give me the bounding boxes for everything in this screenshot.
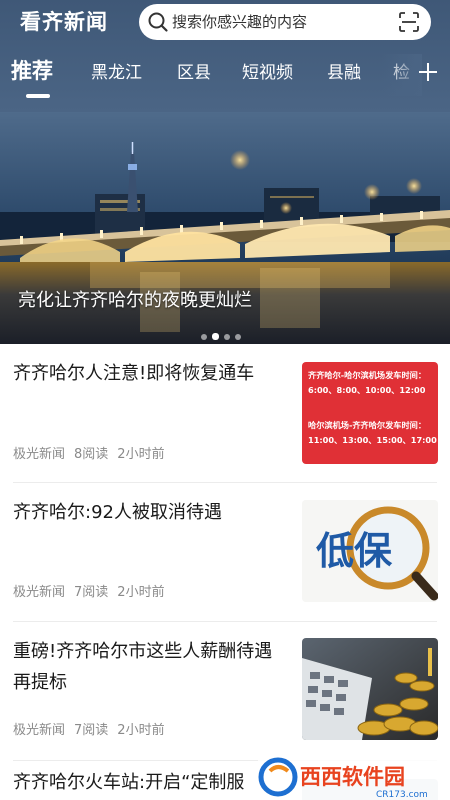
news-reads: 7阅读 xyxy=(74,585,109,600)
app-logo[interactable]: 看齐新闻 xyxy=(20,6,108,38)
watermark: 西西软件园 CR173.com xyxy=(258,753,450,800)
tab-fade xyxy=(382,54,422,96)
dibao-text: 低保 xyxy=(316,529,393,573)
news-title: 重磅!齐齐哈尔市这些人薪酬待遇再提标 xyxy=(13,641,273,693)
news-meta: 极光新闻 8阅读 2小时前 xyxy=(13,445,174,465)
news-item[interactable]: 齐齐哈尔人注意!即将恢复通车 极光新闻 8阅读 2小时前 齐齐哈尔-哈尔滨机场发车时… xyxy=(0,344,450,483)
news-source: 极光新闻 xyxy=(13,723,66,738)
coins-calculator-image xyxy=(302,638,438,740)
dibao-image: 低保 xyxy=(302,500,438,602)
news-thumbnail xyxy=(302,638,438,740)
news-item[interactable]: 重磅!齐齐哈尔市这些人薪酬待遇再提标 极光新闻 7阅读 2小时前 xyxy=(0,622,450,761)
news-time: 2小时前 xyxy=(117,723,165,738)
top-bar: 看齐新闻 搜索你感兴趣的内容 推荐 黑龙江 区县 短视频 县融 检 xyxy=(0,0,450,112)
news-reads: 7阅读 xyxy=(74,723,109,738)
carousel-dot xyxy=(235,334,241,340)
notice-line: 6:00、8:00、10:00、12:00 xyxy=(308,385,426,395)
carousel-dot-active xyxy=(212,333,219,340)
active-tab-indicator xyxy=(26,94,50,98)
notice-line: 齐齐哈尔-哈尔滨机场发车时间： xyxy=(308,370,427,380)
news-item[interactable]: 齐齐哈尔:92人被取消待遇 极光新闻 7阅读 2小时前 低保 xyxy=(0,483,450,622)
carousel-dot xyxy=(201,334,207,340)
news-meta: 极光新闻 7阅读 2小时前 xyxy=(13,721,174,741)
news-title: 齐齐哈尔火车站:开启“定制服 xyxy=(13,772,245,793)
tab-recommend[interactable]: 推荐 xyxy=(11,56,53,86)
banner-caption: 亮化让齐齐哈尔的夜晚更灿烂 xyxy=(18,290,252,311)
tab-county-media[interactable]: 县融 xyxy=(327,58,361,88)
add-channel-icon[interactable] xyxy=(418,62,438,82)
news-reads: 8阅读 xyxy=(74,447,109,462)
news-thumbnail: 齐齐哈尔-哈尔滨机场发车时间： 6:00、8:00、10:00、12:00 哈尔… xyxy=(302,362,438,464)
news-title: 齐齐哈尔:92人被取消待遇 xyxy=(13,502,222,523)
tab-short-video[interactable]: 短视频 xyxy=(242,58,293,88)
banner-carousel[interactable]: 亮化让齐齐哈尔的夜晚更灿烂 xyxy=(0,112,450,344)
news-time: 2小时前 xyxy=(117,447,165,462)
carousel-indicator xyxy=(201,325,246,340)
watermark-url: CR173.com xyxy=(376,790,428,800)
news-meta: 极光新闻 7阅读 2小时前 xyxy=(13,583,174,603)
news-title: 齐齐哈尔人注意!即将恢复通车 xyxy=(13,363,255,384)
notice-line: 11:00、13:00、15:00、17:00 xyxy=(308,435,437,445)
scan-icon[interactable] xyxy=(399,12,419,32)
schedule-notice-image: 齐齐哈尔-哈尔滨机场发车时间： 6:00、8:00、10:00、12:00 哈尔… xyxy=(302,362,438,464)
news-source: 极光新闻 xyxy=(13,447,66,462)
tab-district[interactable]: 区县 xyxy=(177,58,211,88)
news-source: 极光新闻 xyxy=(13,585,66,600)
search-placeholder: 搜索你感兴趣的内容 xyxy=(172,13,308,31)
search-box[interactable]: 搜索你感兴趣的内容 xyxy=(139,4,431,40)
news-thumbnail: 低保 xyxy=(302,500,438,602)
watermark-brand: 西西软件园 xyxy=(300,765,405,789)
news-time: 2小时前 xyxy=(117,585,165,600)
search-icon xyxy=(148,12,168,32)
notice-line: 哈尔滨机场-齐齐哈尔发车时间： xyxy=(308,420,427,430)
carousel-dot xyxy=(224,334,230,340)
watermark-logo: 西西软件园 CR173.com xyxy=(258,753,450,800)
tab-heilongjiang[interactable]: 黑龙江 xyxy=(91,58,142,88)
